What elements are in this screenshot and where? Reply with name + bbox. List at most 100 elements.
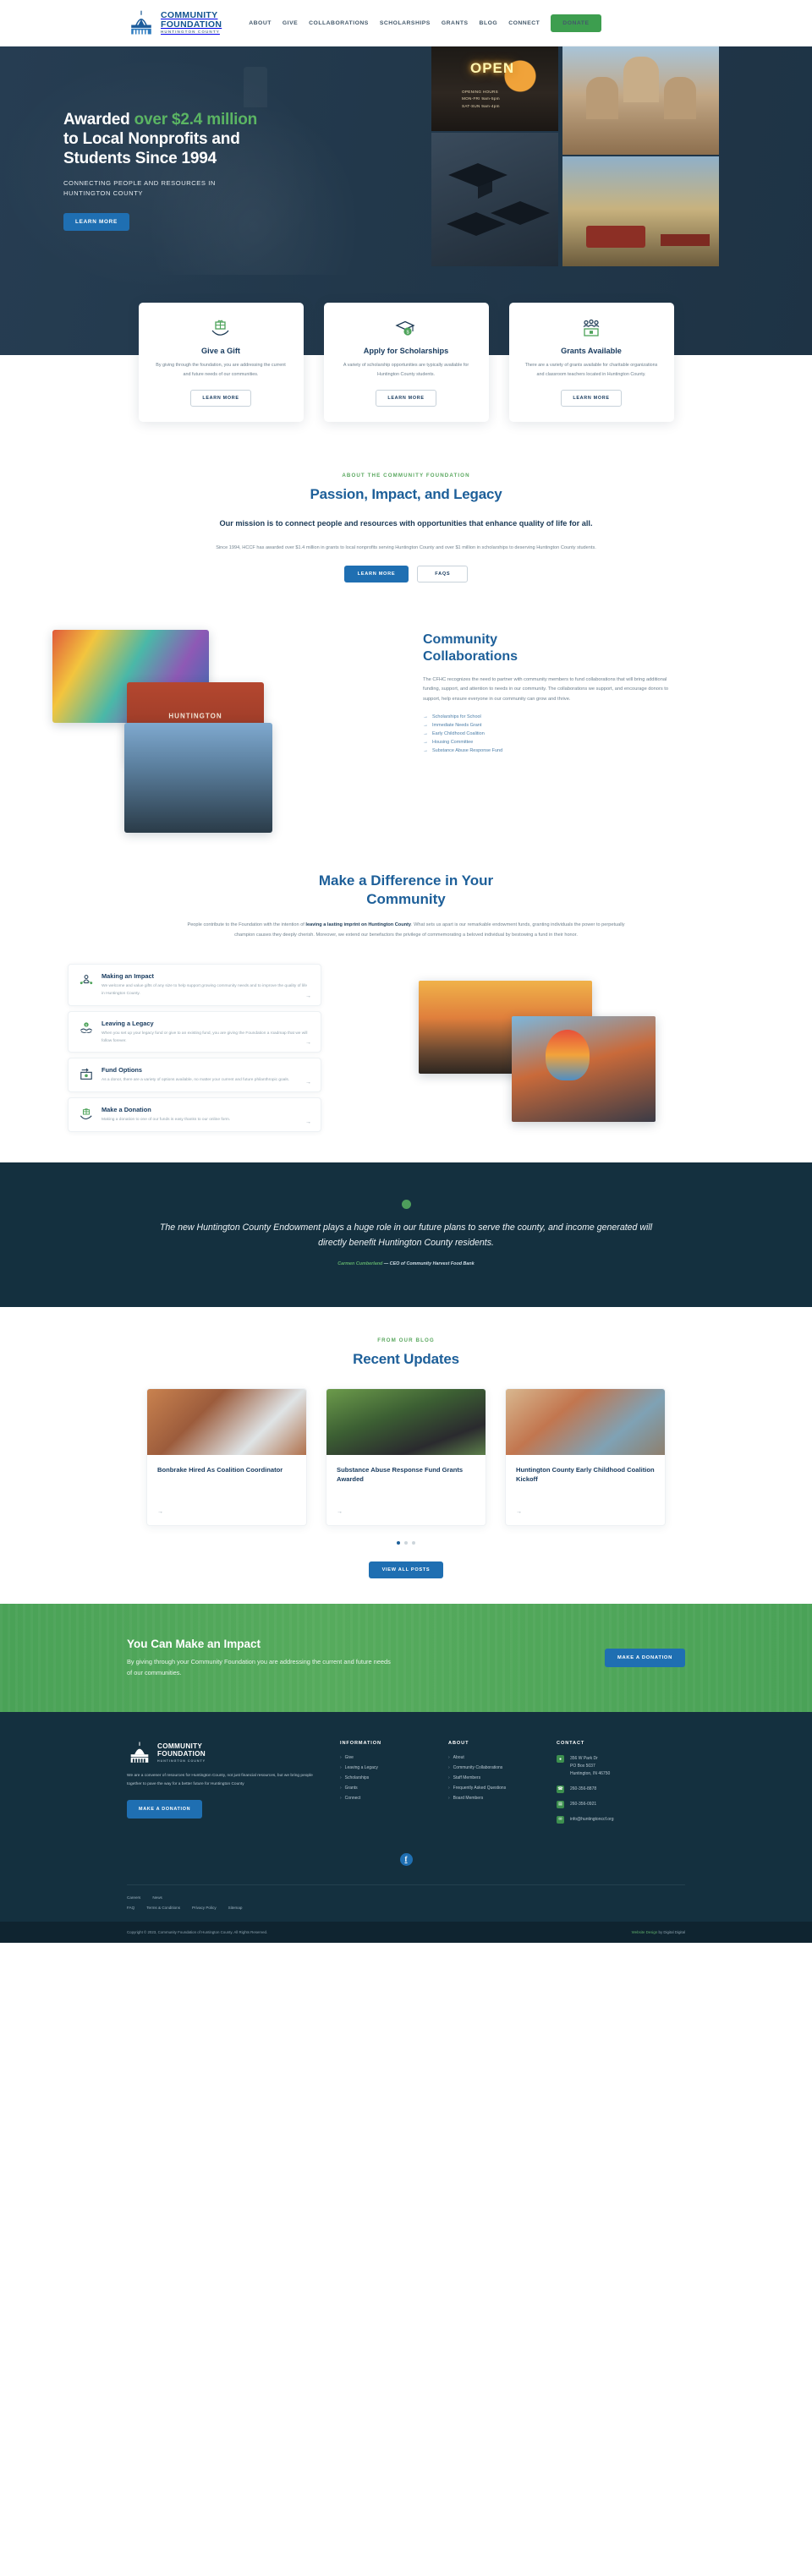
svg-text:$: $ bbox=[85, 1023, 87, 1026]
accordion-item-making-an-impact[interactable]: Making an Impact We welcome and value gi… bbox=[68, 963, 321, 1006]
collab-link-immediate-needs[interactable]: Immediate Needs Grant bbox=[432, 723, 481, 728]
list-item[interactable]: → Substance Abuse Response Fund bbox=[423, 748, 685, 753]
site-logo[interactable]: COMMUNITY FOUNDATION HUNTINGTON COUNTY bbox=[127, 9, 222, 36]
about-learn-more-button[interactable]: LEARN MORE bbox=[343, 565, 409, 582]
hours-line-2: MON-FRI 9am-5pm bbox=[462, 96, 500, 101]
post-thumbnail bbox=[326, 1388, 486, 1455]
feature-card-give-a-gift[interactable]: Give a Gift By giving through the founda… bbox=[138, 303, 304, 423]
about-body-text: Since 1994, HCCF has awarded over $1.4 m… bbox=[216, 545, 596, 551]
footer-link-leaving-a-legacy[interactable]: Leaving a Legacy bbox=[345, 1765, 378, 1770]
post-thumbnail bbox=[147, 1388, 306, 1455]
arrow-right-icon[interactable]: → bbox=[326, 1509, 486, 1525]
nav-item-blog[interactable]: BLOG bbox=[480, 20, 498, 26]
list-item[interactable]: › About bbox=[448, 1755, 557, 1760]
list-item[interactable]: → Immediate Needs Grant bbox=[423, 723, 685, 728]
nav-item-give[interactable]: GIVE bbox=[283, 20, 298, 26]
nav-item-scholarships[interactable]: SCHOLARSHIPS bbox=[380, 20, 431, 26]
collab-link-housing[interactable]: Housing Committee bbox=[432, 740, 473, 745]
carousel-dot-2[interactable] bbox=[404, 1540, 408, 1545]
main-navigation: ABOUT GIVE COLLABORATIONS SCHOLARSHIPS G… bbox=[249, 14, 601, 32]
footer-link-connect[interactable]: Connect bbox=[345, 1796, 361, 1801]
nav-item-connect[interactable]: CONNECT bbox=[508, 20, 540, 26]
about-faqs-button[interactable]: FAQS bbox=[417, 565, 469, 582]
footer-link-scholarships[interactable]: Scholarships bbox=[345, 1775, 370, 1780]
footer-link-staff-members[interactable]: Staff Members bbox=[453, 1775, 480, 1780]
carousel-dot-1[interactable] bbox=[397, 1540, 400, 1545]
contact-fax-row[interactable]: ▤ 260-356-0921 bbox=[557, 1800, 683, 1808]
arrow-right-icon[interactable]: → bbox=[305, 993, 311, 999]
footer-link-board-members[interactable]: Board Members bbox=[453, 1796, 484, 1801]
footer-link-news[interactable]: News bbox=[152, 1895, 162, 1900]
nav-item-grants[interactable]: GRANTS bbox=[442, 20, 469, 26]
accordion-title: Make a Donation bbox=[102, 1106, 151, 1114]
list-item[interactable]: › Grants bbox=[340, 1786, 448, 1791]
facebook-icon[interactable]: f bbox=[399, 1852, 413, 1866]
accordion-item-fund-options[interactable]: Fund Options As a donor, there are a var… bbox=[68, 1058, 321, 1093]
collab-link-scholarships[interactable]: Scholarships for School bbox=[432, 714, 481, 719]
footer-link-community-collaborations[interactable]: Community Collaborations bbox=[453, 1765, 503, 1770]
feature-card-apply-for-scholarships[interactable]: $ Apply for Scholarships A variety of sc… bbox=[323, 303, 489, 423]
footer-link-faq-legal[interactable]: FAQ bbox=[127, 1906, 134, 1910]
credit-link[interactable]: Website Design by Digital Digital bbox=[632, 1930, 685, 1934]
impact-cta-band: You Can Make an Impact By giving through… bbox=[0, 1603, 812, 1713]
footer-make-a-donation-button[interactable]: MAKE A DONATION bbox=[127, 1799, 203, 1819]
arrow-right-icon[interactable]: → bbox=[305, 1080, 311, 1086]
blog-title: Recent Updates bbox=[353, 1350, 459, 1367]
hero-image-collage: OPEN OPENING HOURS MON-FRI 9am-5pm SAT-S… bbox=[216, 46, 812, 266]
list-item[interactable]: → Scholarships for School bbox=[423, 714, 685, 719]
accordion-item-leaving-a-legacy[interactable]: $ Leaving a Legacy When you set up your … bbox=[68, 1010, 321, 1053]
gift-hand-icon bbox=[79, 1106, 94, 1124]
hero-learn-more-button[interactable]: LEARN MORE bbox=[63, 213, 129, 232]
footer-link-privacy[interactable]: Privacy Policy bbox=[192, 1906, 217, 1910]
footer-link-sitemap[interactable]: Sitemap bbox=[228, 1906, 243, 1910]
footer-wordmark: COMMUNITY FOUNDATION HUNTINGTON COUNTY bbox=[157, 1742, 206, 1763]
footer-link-terms[interactable]: Terms & Conditions bbox=[146, 1906, 180, 1910]
list-item[interactable]: → Housing Committee bbox=[423, 740, 685, 745]
nav-item-about[interactable]: ABOUT bbox=[249, 20, 272, 26]
post-body: Huntington County Early Childhood Coalit… bbox=[506, 1455, 665, 1509]
footer-logo[interactable]: COMMUNITY FOUNDATION HUNTINGTON COUNTY bbox=[127, 1741, 320, 1764]
footer-link-give[interactable]: Give bbox=[345, 1755, 354, 1760]
list-item[interactable]: › Frequently Asked Questions bbox=[448, 1786, 557, 1791]
arrow-right-icon[interactable]: → bbox=[305, 1040, 311, 1046]
nav-item-collaborations[interactable]: COLLABORATIONS bbox=[309, 20, 369, 26]
list-item[interactable]: Huntington County Early Childhood Coalit… bbox=[505, 1387, 666, 1526]
list-item[interactable]: › Staff Members bbox=[448, 1775, 557, 1780]
collab-link-early-childhood[interactable]: Early Childhood Coalition bbox=[432, 731, 485, 736]
arrow-right-icon[interactable]: → bbox=[506, 1509, 665, 1525]
list-item[interactable]: › Give bbox=[340, 1755, 448, 1760]
list-item[interactable]: › Connect bbox=[340, 1796, 448, 1801]
footer-link-grants[interactable]: Grants bbox=[345, 1786, 358, 1791]
contact-email-row[interactable]: ✉ info@huntingtonccf.org bbox=[557, 1815, 683, 1824]
bullet-icon: › bbox=[340, 1796, 342, 1802]
difference-body-part-1: People contribute to the Foundation with… bbox=[187, 922, 306, 928]
footer-link-careers[interactable]: Careers bbox=[127, 1895, 140, 1900]
arrow-right-icon[interactable]: → bbox=[305, 1119, 311, 1125]
view-all-posts-button[interactable]: VIEW ALL POSTS bbox=[368, 1561, 444, 1578]
accordion-item-make-a-donation[interactable]: Make a Donation Making a donation to one… bbox=[68, 1097, 321, 1133]
footer-link-about[interactable]: About bbox=[453, 1755, 464, 1760]
list-item[interactable]: › Leaving a Legacy bbox=[340, 1765, 448, 1770]
logo-wordmark: COMMUNITY FOUNDATION HUNTINGTON COUNTY bbox=[161, 11, 222, 34]
arrow-right-icon[interactable]: → bbox=[147, 1509, 306, 1525]
card-learn-more-button[interactable]: LEARN MORE bbox=[561, 390, 622, 407]
list-item[interactable]: › Board Members bbox=[448, 1796, 557, 1801]
list-item[interactable]: › Scholarships bbox=[340, 1775, 448, 1780]
card-text: A variety of scholarship opportunities a… bbox=[343, 363, 469, 377]
impact-make-a-donation-button[interactable]: MAKE A DONATION bbox=[604, 1649, 685, 1668]
feature-card-grants-available[interactable]: Grants Available There are a variety of … bbox=[508, 303, 674, 423]
donate-button[interactable]: DONATE bbox=[551, 14, 601, 32]
list-item[interactable]: Bonbrake Hired As Coalition Coordinator … bbox=[146, 1387, 307, 1526]
collab-link-substance-abuse[interactable]: Substance Abuse Response Fund bbox=[432, 748, 502, 753]
collaborations-section: HUNTINGTON Community Collaborations The C… bbox=[0, 621, 812, 841]
list-item[interactable]: → Early Childhood Coalition bbox=[423, 731, 685, 736]
contact-phone-row[interactable]: ☎ 260-356-8878 bbox=[557, 1785, 683, 1793]
card-learn-more-button[interactable]: LEARN MORE bbox=[190, 390, 251, 407]
carousel-dot-3[interactable] bbox=[412, 1540, 415, 1545]
list-item[interactable]: Substance Abuse Response Fund Grants Awa… bbox=[326, 1387, 486, 1526]
list-item[interactable]: › Community Collaborations bbox=[448, 1765, 557, 1770]
post-title: Bonbrake Hired As Coalition Coordinator bbox=[157, 1465, 283, 1474]
quote-mark-icon bbox=[401, 1199, 411, 1209]
card-learn-more-button[interactable]: LEARN MORE bbox=[376, 390, 436, 407]
footer-link-faq[interactable]: Frequently Asked Questions bbox=[453, 1786, 507, 1791]
